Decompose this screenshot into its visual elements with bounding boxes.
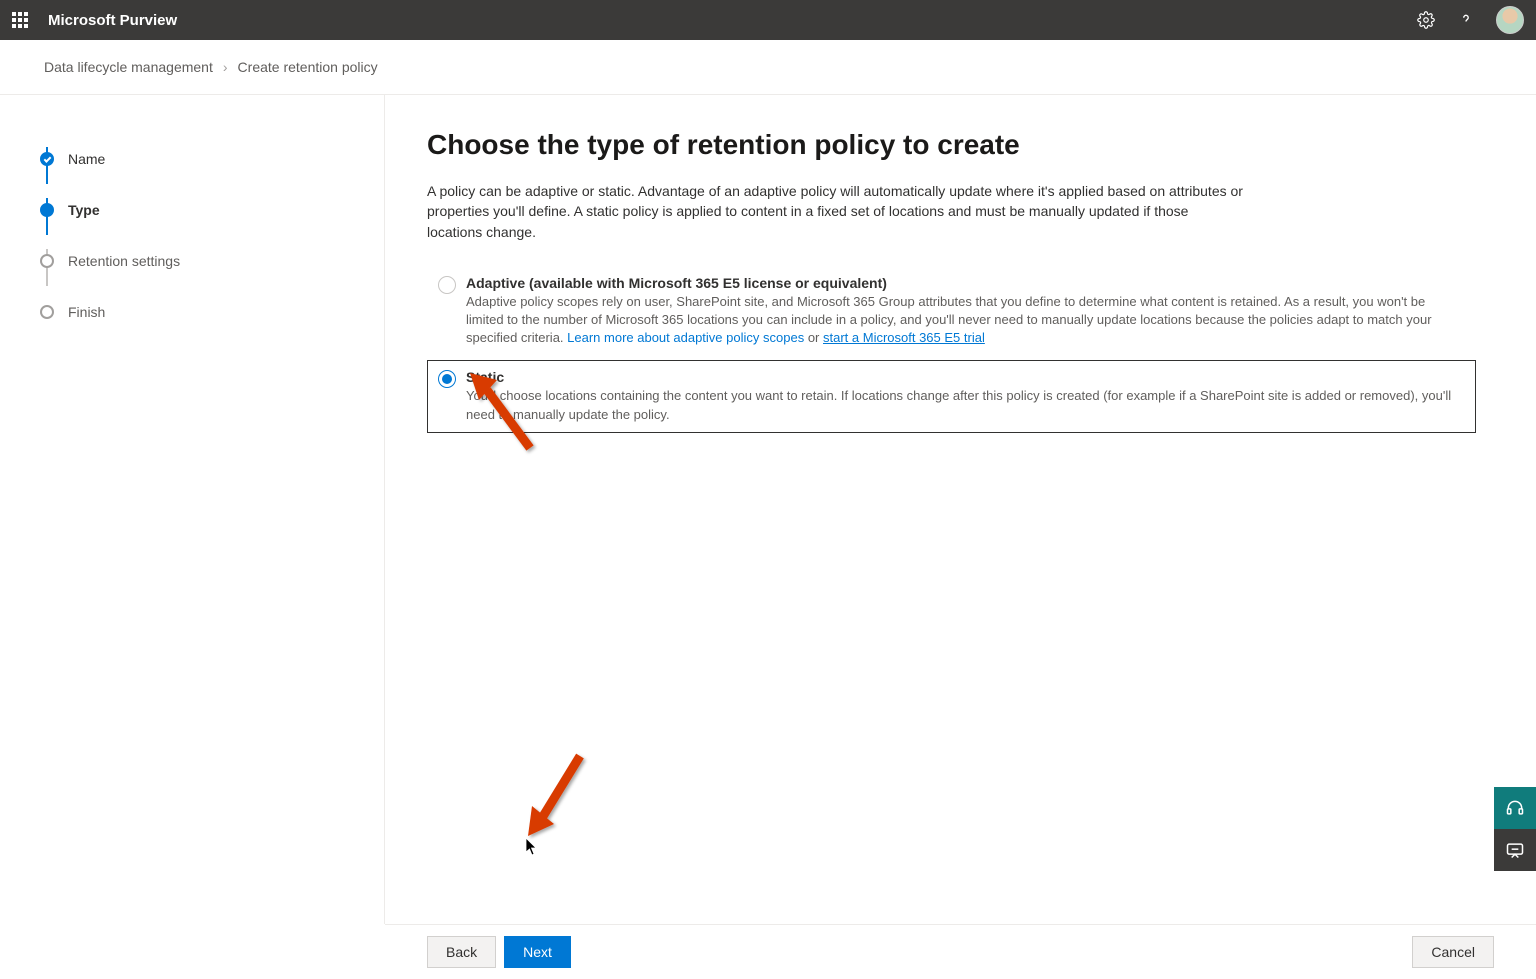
feedback-chat-icon[interactable]	[1494, 829, 1536, 871]
cancel-button[interactable]: Cancel	[1412, 936, 1494, 968]
radio-static[interactable]	[438, 370, 456, 388]
step-label: Name	[68, 151, 105, 167]
content-area: Choose the type of retention policy to c…	[385, 95, 1536, 924]
step-indicator-icon	[40, 254, 54, 268]
next-button[interactable]: Next	[504, 936, 571, 968]
chevron-right-icon: ›	[223, 59, 228, 75]
option-adaptive: Adaptive (available with Microsoft 365 E…	[427, 266, 1476, 357]
step-label: Type	[68, 202, 100, 218]
breadcrumb-item[interactable]: Data lifecycle management	[44, 59, 213, 75]
option-title: Adaptive (available with Microsoft 365 E…	[466, 275, 1465, 291]
app-title: Microsoft Purview	[48, 12, 1416, 29]
option-static[interactable]: Static You'll choose locations containin…	[427, 360, 1476, 432]
top-bar: Microsoft Purview	[0, 0, 1536, 40]
user-avatar[interactable]	[1496, 6, 1524, 34]
settings-icon[interactable]	[1416, 10, 1436, 30]
main: Name Type Retention settings Finish Choo…	[0, 95, 1536, 924]
radio-adaptive	[438, 276, 456, 294]
step-indicator-icon	[40, 152, 54, 166]
breadcrumb-item: Create retention policy	[238, 59, 378, 75]
step-label: Retention settings	[68, 253, 180, 269]
support-headset-icon[interactable]	[1494, 787, 1536, 829]
breadcrumb: Data lifecycle management › Create reten…	[0, 40, 1536, 95]
option-title: Static	[466, 369, 1465, 385]
step-name[interactable]: Name	[40, 133, 384, 184]
help-icon[interactable]	[1456, 10, 1476, 30]
step-indicator-icon	[40, 305, 54, 319]
step-type[interactable]: Type	[40, 184, 384, 235]
option-description: Adaptive policy scopes rely on user, Sha…	[466, 293, 1465, 348]
back-button[interactable]: Back	[427, 936, 496, 968]
step-label: Finish	[68, 304, 105, 320]
option-description: You'll choose locations containing the c…	[466, 387, 1465, 423]
wizard-footer: Back Next Cancel	[385, 924, 1536, 979]
step-retention-settings: Retention settings	[40, 235, 384, 286]
step-indicator-icon	[40, 203, 54, 217]
link-learn-adaptive-scopes[interactable]: Learn more about adaptive policy scopes	[567, 330, 804, 345]
step-finish: Finish	[40, 286, 384, 337]
page-title: Choose the type of retention policy to c…	[427, 129, 1476, 161]
top-icons	[1416, 6, 1524, 34]
link-start-e5-trial[interactable]: start a Microsoft 365 E5 trial	[823, 330, 985, 345]
app-launcher-icon[interactable]	[12, 12, 28, 28]
page-description: A policy can be adaptive or static. Adva…	[427, 181, 1247, 242]
wizard-steps: Name Type Retention settings Finish	[0, 95, 385, 924]
floating-help-buttons	[1494, 787, 1536, 871]
